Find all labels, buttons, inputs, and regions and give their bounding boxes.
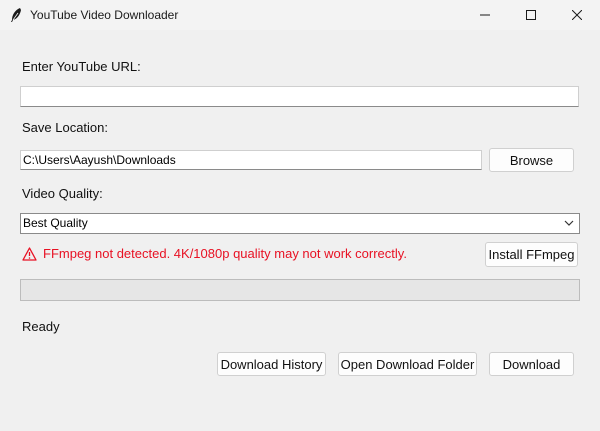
download-button[interactable]: Download xyxy=(489,352,574,376)
url-label: Enter YouTube URL: xyxy=(22,59,141,74)
feather-icon xyxy=(11,8,21,22)
minimize-button[interactable] xyxy=(462,0,508,30)
chevron-down-icon xyxy=(564,220,574,226)
minimize-icon xyxy=(480,14,490,16)
open-download-folder-button[interactable]: Open Download Folder xyxy=(338,352,477,376)
close-button[interactable] xyxy=(554,0,600,30)
status-text: Ready xyxy=(22,319,60,334)
maximize-button[interactable] xyxy=(508,0,554,30)
ffmpeg-warning: FFmpeg not detected. 4K/1080p quality ma… xyxy=(22,246,407,261)
title-bar: YouTube Video Downloader xyxy=(0,0,600,30)
quality-select[interactable]: Best Quality xyxy=(20,213,580,234)
browse-button[interactable]: Browse xyxy=(489,148,574,172)
window-title: YouTube Video Downloader xyxy=(30,8,179,22)
warning-triangle-icon xyxy=(22,246,37,261)
save-location-label: Save Location: xyxy=(22,120,109,135)
save-location-input[interactable] xyxy=(20,150,482,170)
download-history-button[interactable]: Download History xyxy=(217,352,326,376)
maximize-icon xyxy=(526,10,536,20)
url-input[interactable] xyxy=(20,86,579,107)
video-quality-label: Video Quality: xyxy=(22,186,103,201)
quality-selected-value: Best Quality xyxy=(23,216,88,230)
download-progress-bar xyxy=(20,279,580,301)
install-ffmpeg-button[interactable]: Install FFmpeg xyxy=(485,242,578,267)
close-icon xyxy=(572,10,582,20)
warning-text: FFmpeg not detected. 4K/1080p quality ma… xyxy=(43,246,407,261)
